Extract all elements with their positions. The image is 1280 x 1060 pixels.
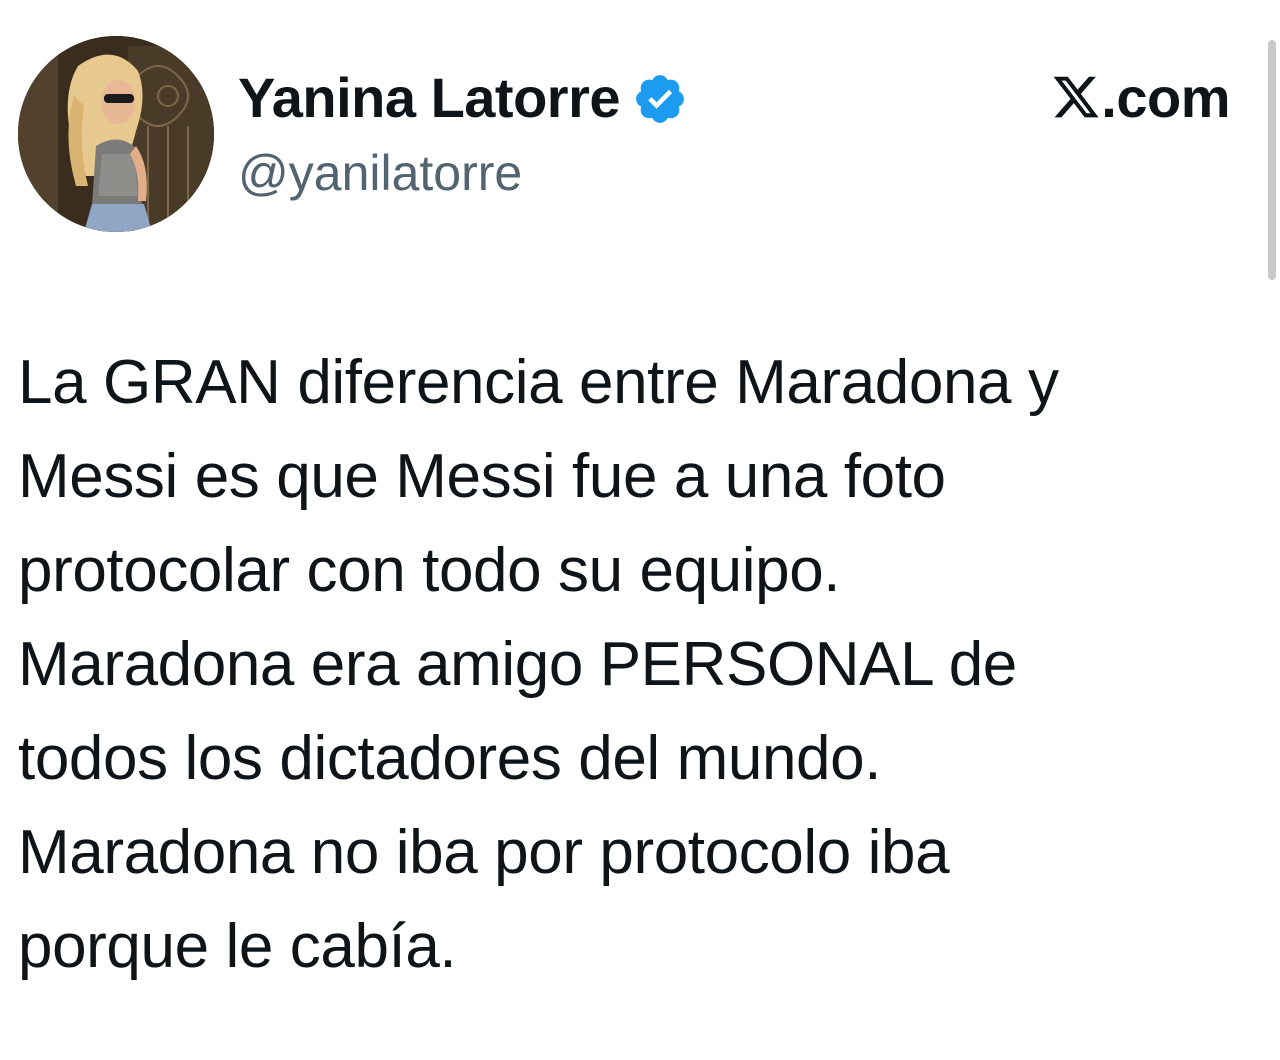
- avatar-photo-icon: [18, 36, 214, 232]
- tweet-text-line: La GRAN diferencia entre Maradona y: [18, 348, 1059, 417]
- tweet-card: Yanina Latorre @yanilatorre .com La GRAN…: [0, 0, 1280, 1060]
- tweet-text-line: protocolar con todo su equipo.: [18, 536, 841, 605]
- tweet-text-line: Maradona no iba por protocolo iba: [18, 818, 950, 887]
- tweet-text-line: Messi es que Messi fue a una foto: [18, 442, 946, 511]
- brand-domain-text: .com: [1101, 65, 1230, 129]
- tweet-text-line: porque le cabía.: [18, 912, 457, 981]
- avatar[interactable]: [18, 36, 214, 232]
- x-logo-icon: [1051, 72, 1101, 122]
- scrollbar[interactable]: [1268, 40, 1276, 280]
- author-handle[interactable]: @yanilatorre: [238, 144, 522, 202]
- tweet-text: La GRAN diferencia entre Maradona y Mess…: [18, 336, 1228, 994]
- tweet-text-line: todos los dictadores del mundo.: [18, 724, 882, 793]
- author-display-name[interactable]: Yanina Latorre: [238, 65, 621, 130]
- verified-badge-icon: [632, 71, 688, 127]
- brand-link[interactable]: .com: [1051, 65, 1230, 129]
- author-name-row: Yanina Latorre: [238, 62, 688, 132]
- tweet-text-line: Maradona era amigo PERSONAL de: [18, 630, 1017, 699]
